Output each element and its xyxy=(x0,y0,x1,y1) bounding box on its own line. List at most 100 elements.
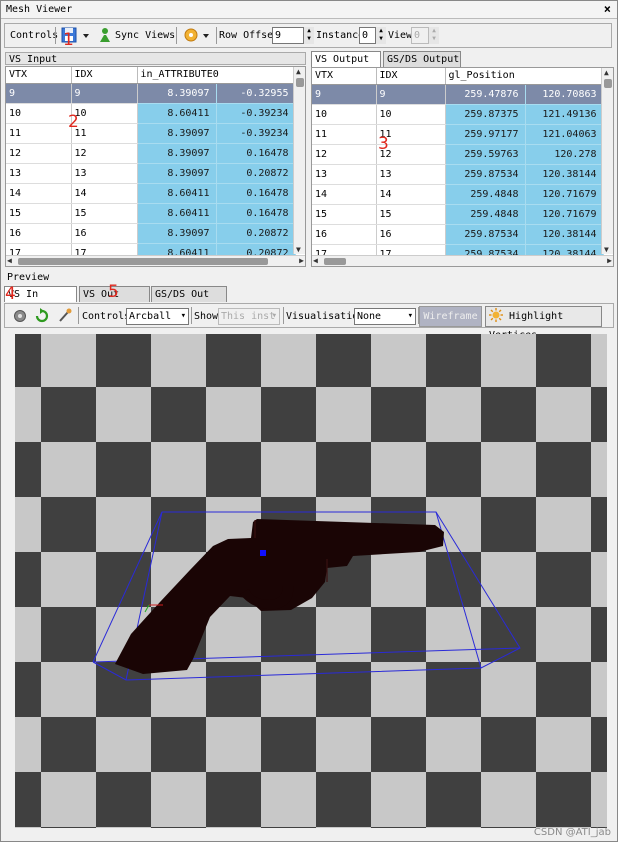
checker-tile xyxy=(261,827,316,828)
column-header-vtx[interactable]: VTX xyxy=(6,67,72,84)
table-cell: 120.278 xyxy=(525,144,604,165)
table-row[interactable]: 15 15 8.60411 0.16478 xyxy=(6,203,296,224)
scroll-left-icon[interactable]: ◀ xyxy=(313,256,318,265)
spin-arrows-icon[interactable]: ▲ ▼ xyxy=(303,27,314,44)
table-row[interactable]: 9 9 259.47876 120.70863 xyxy=(312,84,604,105)
table-cell: 12 xyxy=(71,143,138,164)
table-row[interactable]: 16 16 8.39097 0.20872 xyxy=(6,223,296,244)
table-row[interactable]: 15 15 259.4848 120.71679 xyxy=(312,204,604,225)
checker-tile xyxy=(426,827,481,828)
scroll-left-icon[interactable]: ◀ xyxy=(7,256,12,265)
checker-tile xyxy=(15,552,41,607)
vs-output-tabs: VS Output GS/DS Output xyxy=(311,51,614,67)
table-row[interactable]: 13 13 8.39097 0.20872 xyxy=(6,163,296,184)
close-icon[interactable]: × xyxy=(604,2,611,16)
table-row[interactable]: 14 14 8.60411 0.16478 xyxy=(6,183,296,204)
table-row[interactable]: 10 10 8.60411 -0.39234 xyxy=(6,103,296,124)
scroll-right-icon[interactable]: ▶ xyxy=(299,256,304,265)
scroll-down-icon[interactable]: ▼ xyxy=(604,245,609,254)
horizontal-scrollbar[interactable]: ◀ ▶ xyxy=(6,255,305,266)
scroll-up-icon[interactable]: ▲ xyxy=(296,67,301,76)
table-row[interactable]: 14 14 259.4848 120.71679 xyxy=(312,184,604,205)
checker-tile xyxy=(481,334,536,387)
checker-tile xyxy=(96,552,151,607)
annotation-2: 2 xyxy=(68,112,79,132)
row-offset-spinbox[interactable]: 9 ▲ ▼ xyxy=(272,27,314,44)
checker-tile xyxy=(151,717,206,772)
title-bar: Mesh Viewer × xyxy=(1,1,617,19)
checker-tile xyxy=(371,334,426,387)
instance-spinbox[interactable]: 0 ▲ ▼ xyxy=(359,27,386,44)
tab-vs-output[interactable]: VS Output xyxy=(311,51,381,67)
vs-output-table[interactable]: VTX IDX gl_Position 9 9 259.47876 120.70863… xyxy=(311,67,614,267)
checker-tile xyxy=(41,497,96,552)
table-row[interactable]: 11 11 8.39097 -0.39234 xyxy=(6,123,296,144)
scrollbar-thumb[interactable] xyxy=(324,258,346,265)
checker-tile xyxy=(371,442,426,497)
checker-tile xyxy=(96,442,151,497)
table-cell: 16 xyxy=(312,224,377,245)
visualisation-select[interactable]: None ▾ xyxy=(354,308,416,325)
settings-button[interactable] xyxy=(12,307,28,324)
table-row[interactable]: 16 16 259.87534 120.38144 xyxy=(312,224,604,245)
scrollbar-thumb[interactable] xyxy=(604,79,612,88)
scrollbar-thumb[interactable] xyxy=(18,258,268,265)
checker-tile xyxy=(15,662,41,717)
checker-tile xyxy=(481,387,536,442)
table-cell: 16 xyxy=(71,223,138,244)
column-header-gl-position[interactable]: gl_Position xyxy=(445,68,604,85)
gear-icon xyxy=(14,310,26,322)
table-cell: 0.16478 xyxy=(216,183,296,204)
vertical-scrollbar[interactable]: ▲ ▼ xyxy=(601,68,613,254)
toolbar-separator xyxy=(78,307,79,324)
table-cell: 11 xyxy=(312,124,377,145)
table-row[interactable]: 12 12 8.39097 0.16478 xyxy=(6,143,296,164)
highlight-vertices-toggle[interactable]: Highlight Vertices xyxy=(485,306,602,341)
vs-input-header: VS Input xyxy=(5,52,306,65)
spin-arrows-icon[interactable]: ▲ ▼ xyxy=(375,27,386,44)
checker-tile xyxy=(536,334,591,387)
pick-vertex-button[interactable] xyxy=(57,307,73,324)
preview-toolbar: Controls Arcball ▾ Show This inst ▾ Visu… xyxy=(4,303,614,341)
table-cell: 14 xyxy=(312,184,377,205)
settings-dropdown-button[interactable] xyxy=(183,27,215,44)
column-header-idx[interactable]: IDX xyxy=(71,67,138,84)
preview-viewport[interactable] xyxy=(15,334,607,828)
table-cell: 8.39097 xyxy=(137,123,217,144)
table-cell: 259.4848 xyxy=(445,184,526,205)
tab-gs-ds-output[interactable]: GS/DS Output xyxy=(383,51,461,67)
vertical-scrollbar[interactable]: ▲ ▼ xyxy=(293,67,305,254)
table-row[interactable]: 9 9 8.39097 -0.32955 xyxy=(6,83,296,104)
reset-camera-button[interactable] xyxy=(34,307,50,324)
table-row[interactable]: 10 10 259.87375 121.49136 xyxy=(312,104,604,125)
table-row[interactable]: 13 13 259.87534 120.38144 xyxy=(312,164,604,185)
column-header-idx[interactable]: IDX xyxy=(376,68,446,85)
table-row[interactable]: 12 12 259.59763 120.278 xyxy=(312,144,604,165)
checker-tile xyxy=(316,662,371,717)
instance-label: Instance xyxy=(316,30,365,41)
row-offset-value: 9 xyxy=(275,30,282,41)
wireframe-toggle[interactable]: Wireframe xyxy=(419,306,482,327)
annotation-5: 5 xyxy=(108,282,119,302)
checker-tile xyxy=(96,387,151,442)
scroll-up-icon[interactable]: ▲ xyxy=(604,68,609,77)
camera-controls-select[interactable]: Arcball ▾ xyxy=(126,308,189,325)
horizontal-scrollbar[interactable]: ◀ ▶ xyxy=(312,255,613,266)
preview-tabs: VS In VS Out GS/DS Out xyxy=(4,286,614,302)
tab-gs-ds-out[interactable]: GS/DS Out xyxy=(151,286,227,302)
mesh-preview-canvas[interactable] xyxy=(15,334,607,828)
column-header-attribute[interactable]: in_ATTRIBUTE0 xyxy=(137,67,296,84)
scroll-right-icon[interactable]: ▶ xyxy=(607,256,612,265)
scroll-down-icon[interactable]: ▼ xyxy=(296,245,301,254)
table-cell: 259.59763 xyxy=(445,144,526,165)
checker-tile xyxy=(15,717,41,772)
eyedropper-icon xyxy=(59,308,72,322)
table-cell: 8.39097 xyxy=(137,143,217,164)
table-cell: 13 xyxy=(71,163,138,184)
scrollbar-thumb[interactable] xyxy=(296,78,304,87)
table-row[interactable]: 11 11 259.97177 121.04063 xyxy=(312,124,604,145)
checker-tile xyxy=(536,772,591,827)
column-header-vtx[interactable]: VTX xyxy=(312,68,377,85)
table-cell: 10 xyxy=(376,104,446,125)
vs-input-table[interactable]: VTX IDX in_ATTRIBUTE0 9 9 8.39097 -0.32955 1… xyxy=(5,66,306,267)
